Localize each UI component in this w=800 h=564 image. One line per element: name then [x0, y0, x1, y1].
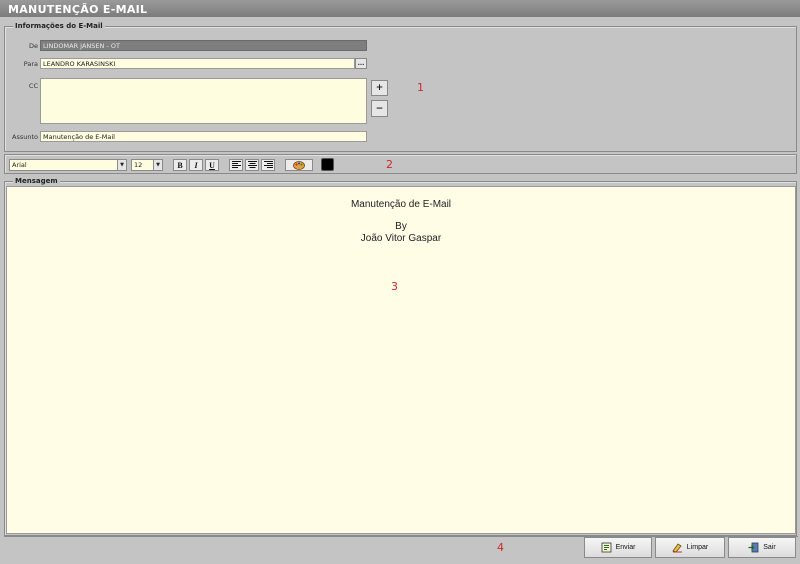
to-field[interactable]: LEANDRO KARASINSKI	[40, 58, 355, 69]
message-line: João Vitor Gaspar	[360, 233, 442, 244]
message-legend: Mensagem	[13, 177, 60, 185]
marker-2: 2	[386, 158, 393, 171]
marker-3: 3	[391, 280, 398, 293]
cc-remove-button[interactable]: −	[371, 100, 388, 117]
send-icon	[601, 542, 611, 553]
plus-icon: +	[375, 83, 384, 93]
chevron-down-icon: ▼	[117, 160, 126, 170]
subject-field[interactable]: Manutenção de E-Mail	[40, 131, 367, 142]
message-line: By	[395, 221, 407, 232]
text-color-swatch[interactable]	[321, 158, 334, 171]
clear-button[interactable]: Limpar	[655, 537, 725, 558]
eraser-icon	[672, 543, 682, 553]
align-right-button[interactable]	[261, 159, 275, 171]
marker-1: 1	[417, 81, 424, 94]
italic-icon: I	[194, 160, 198, 170]
underline-icon: U	[209, 160, 215, 170]
palette-icon	[293, 160, 305, 170]
align-center-button[interactable]	[245, 159, 259, 171]
align-left-button[interactable]	[229, 159, 243, 171]
subject-label: Assunto	[12, 133, 38, 141]
exit-button[interactable]: Sair	[728, 537, 796, 558]
cc-add-button[interactable]: +	[371, 80, 388, 96]
to-label: Para	[23, 60, 38, 68]
send-button[interactable]: Enviar	[584, 537, 652, 558]
align-right-icon	[263, 161, 273, 168]
exit-icon	[748, 542, 759, 553]
bold-icon: B	[177, 160, 183, 170]
chevron-down-icon: ▼	[153, 160, 162, 170]
font-size-select[interactable]: 12 ▼	[131, 159, 163, 171]
message-line: Manutenção de E-Mail	[350, 199, 452, 210]
color-picker-button[interactable]	[285, 159, 313, 171]
marker-4: 4	[497, 541, 504, 554]
italic-button[interactable]: I	[189, 159, 203, 171]
window-title: MANUTENÇÃO E-MAIL	[0, 0, 800, 17]
exit-label: Sair	[763, 544, 776, 551]
format-toolbar: Arial ▼ 12 ▼ B I U	[4, 154, 797, 174]
font-name-select[interactable]: Arial ▼	[9, 159, 127, 171]
to-browse-button[interactable]: ...	[355, 58, 367, 69]
from-field: LINDOMAR JANSEN - OT	[40, 40, 367, 51]
send-label: Enviar	[615, 544, 636, 551]
from-label: De	[28, 42, 38, 50]
cc-field[interactable]	[40, 78, 367, 124]
align-left-icon	[231, 161, 241, 168]
align-center-icon	[247, 161, 257, 168]
bold-button[interactable]: B	[173, 159, 187, 171]
font-size-value: 12	[134, 161, 143, 169]
minus-icon: −	[375, 103, 384, 114]
cc-label: CC	[28, 82, 38, 90]
underline-button[interactable]: U	[205, 159, 219, 171]
font-name-value: Arial	[12, 161, 27, 169]
email-info-legend: Informações do E-Mail	[13, 22, 105, 30]
message-editor[interactable]: Manutenção de E-Mail By João Vitor Gaspa…	[6, 186, 796, 534]
clear-label: Limpar	[686, 544, 709, 551]
